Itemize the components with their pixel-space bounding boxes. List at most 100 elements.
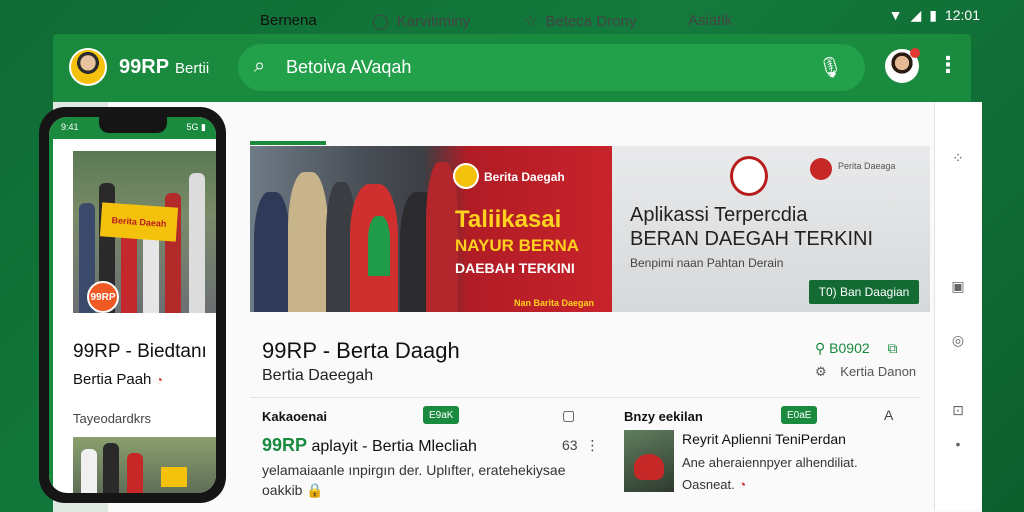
status-time: 12:01 — [944, 7, 980, 23]
tab-label: Bernena — [260, 12, 317, 29]
card2-body-line2-text: Oasneat. — [682, 477, 735, 492]
hero-banner-left[interactable]: Berita Daegah Taliikasai NAYUR BERNA DAE… — [250, 146, 612, 312]
emblem-icon — [730, 156, 768, 196]
card2-body-line2: Oasneat. ◔ — [682, 474, 858, 496]
search-input[interactable]: Betoiva AVaqah — [286, 57, 411, 78]
card2-head: Bnzy eekilan — [624, 409, 703, 424]
crowd-figure — [127, 453, 143, 493]
active-tab-indicator — [250, 141, 326, 145]
card2-title[interactable]: Reyrit Aplienni TeniPerdan — [682, 431, 846, 447]
more-options-icon[interactable]: ⋮ — [585, 437, 599, 453]
banner-headline-2: NAYUR BERNA — [455, 236, 580, 255]
app-bar: 99RP Bertii ⌕ Betoiva AVaqah 🎙 ⋮ — [53, 34, 971, 102]
bookmark-icon[interactable]: ▢ — [562, 407, 575, 424]
user-icon: ⚲ — [815, 340, 826, 356]
phone-post-title[interactable]: 99RP - Biedtanı — [73, 341, 207, 363]
phone-thumbnail[interactable] — [73, 437, 216, 493]
tab-asiatik[interactable]: Asiatik — [688, 12, 732, 29]
play-icon[interactable]: ⊡ — [947, 402, 969, 419]
post-stat-value: B0902 — [829, 340, 870, 356]
badge-icon: ◔ — [155, 373, 163, 387]
post-title[interactable]: 99RP - Berta Daagh — [262, 338, 460, 364]
tab-bar — [250, 102, 934, 146]
star-icon: ☆ — [524, 13, 538, 30]
crowd-figure — [189, 173, 205, 313]
crowd-figure — [288, 172, 328, 312]
tab-label: Karvitiminy — [396, 12, 471, 30]
card1-body: yelamaiaanle ınpirgın der. Uplıfter, era… — [262, 460, 602, 500]
crowd-figure — [81, 449, 97, 493]
phone-section-label: Tayeodardkrs — [73, 411, 152, 426]
app-subtitle: Bertii — [175, 60, 210, 77]
crowd-figure — [103, 443, 119, 493]
card1-count-value: 63 — [562, 437, 578, 453]
tab-beteca-drony[interactable]: ☆ Beteca Drony — [524, 12, 637, 31]
card1-body-line2: oakkib 🔒 — [262, 480, 602, 500]
search-icon: ⌕ — [254, 55, 266, 77]
phone-notch — [99, 117, 167, 133]
card1-body-line1: yelamaiaanle ınpirgın der. Uplıfter, era… — [262, 462, 566, 478]
system-status-bar: ▼ ◢ ▮ 12:01 — [889, 4, 980, 26]
microphone-icon[interactable]: 🎙 — [818, 55, 843, 80]
phone-brand-badge: 99RP — [87, 281, 119, 313]
right-rail: ⁘ ▣ ◎ ⊡ • — [934, 102, 982, 510]
crowd-figure — [426, 162, 458, 312]
banner-cta-button[interactable]: T0) Ban Daagian — [809, 280, 919, 304]
check-circle-icon[interactable]: ◎ — [947, 332, 969, 349]
share-icon[interactable]: ⧉ — [888, 340, 898, 356]
banner-mini-label: Perita Daeaga — [838, 161, 896, 171]
phone-side-accent — [49, 139, 53, 493]
banner-footer: Nan Barita Daegan — [514, 298, 595, 308]
banner-title-line2: BERAN DAEGAH TERKINI — [630, 228, 874, 250]
chat-icon: ◯ — [372, 13, 389, 30]
crowd-figure — [254, 192, 290, 312]
lock-icon: 🔒 — [306, 482, 324, 498]
battery-icon: ▮ — [929, 6, 937, 23]
phone-status-right: 5G ▮ — [186, 122, 206, 132]
card2-body-line1: Ane aheraiennpyer alhendiliat. — [682, 455, 858, 470]
app-title-text: 99RP — [119, 56, 170, 78]
card1-title-green: 99RP — [262, 435, 308, 455]
green-scarf — [368, 216, 390, 276]
wifi-icon: ▼ — [888, 7, 903, 23]
tab-label: Asiatik — [688, 12, 733, 29]
phone-hero-sign: Berita Daeah — [99, 202, 179, 242]
clock-icon: ◔ — [738, 477, 747, 492]
card1-body-line2-text: oakkib — [262, 482, 303, 498]
card2-body: Ane aheraiennpyer alhendiliat. Oasneat. … — [682, 452, 858, 496]
signal-icon: ◢ — [910, 6, 922, 23]
card1-chip: E9aK — [423, 406, 460, 424]
card1-title[interactable]: 99RP aplayit - Bertia Mlecliah — [262, 435, 477, 456]
phone-thumb-sign — [161, 467, 187, 487]
phone-screen: 9:41 5G ▮ Berita Daeah 99RP 99RP - Biedt… — [49, 117, 216, 493]
small-emblem-icon — [810, 158, 832, 180]
gear-icon: ⚙ — [815, 364, 827, 379]
phone-post-subtitle: Bertia Paah ◔ — [73, 371, 163, 388]
card2-chip: E0aE — [781, 406, 818, 424]
bookmark-icon[interactable]: ▣ — [947, 278, 969, 295]
app-title: 99RP Bertii — [119, 56, 209, 79]
more-options-icon[interactable]: ⋮ — [937, 54, 959, 76]
section-divider — [250, 397, 920, 398]
banner-subtitle: Benpimi naan Pahtan Derain — [630, 256, 784, 270]
banner-brand: Berita Daegah — [484, 170, 565, 184]
tab-label: Beteca Drony — [545, 12, 637, 30]
card2-thumbnail[interactable] — [624, 430, 674, 492]
post-subtitle: Bertia Daeegah — [262, 367, 374, 384]
phone-post-subtitle-text: Bertia Paah — [73, 371, 152, 388]
notification-dot — [910, 48, 920, 58]
post-stat[interactable]: ⚲ B0902 ⧉ — [815, 340, 898, 357]
avatar[interactable] — [885, 48, 920, 83]
banner-headline: Taliikasai — [455, 206, 562, 233]
app-logo-icon[interactable] — [69, 48, 107, 86]
dots-icon[interactable]: ⁘ — [947, 150, 969, 167]
search-bar[interactable]: ⌕ Betoiva AVaqah 🎙 — [238, 44, 865, 91]
card1-title-rest: aplayit - Bertia Mlecliah — [311, 438, 477, 455]
post-stat-secondary: ⚙ Kertia Danon — [815, 364, 916, 380]
tab-karvitiminy[interactable]: ◯ Karvitiminy — [372, 12, 471, 31]
hero-banner-right[interactable]: Perita Daeaga Aplikassi Terpercdia BERAN… — [612, 146, 930, 312]
dot-icon[interactable]: • — [947, 436, 969, 452]
tab-bernena[interactable]: Bernena — [260, 12, 317, 29]
card1-head: Kakaoenai — [262, 409, 328, 424]
font-size-icon[interactable]: A — [884, 407, 893, 423]
